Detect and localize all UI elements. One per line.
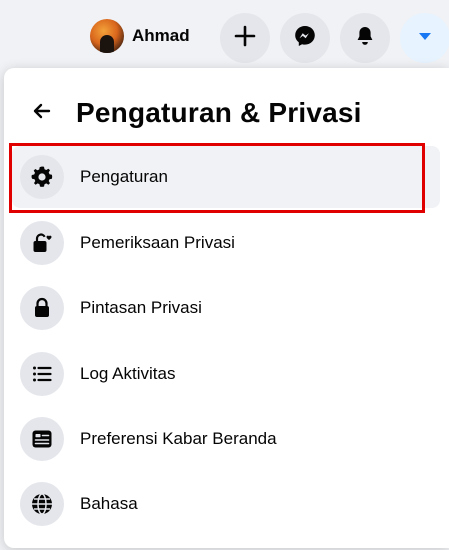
panel-header: Pengaturan & Privasi bbox=[4, 88, 449, 138]
profile-shortcut[interactable]: Ahmad bbox=[90, 18, 190, 54]
menu-item-label: Preferensi Kabar Beranda bbox=[80, 429, 277, 448]
account-menu-button[interactable] bbox=[400, 13, 449, 63]
gear-icon bbox=[20, 155, 64, 199]
list-icon bbox=[20, 352, 64, 396]
top-navigation-bar: Ahmad bbox=[0, 0, 449, 70]
feed-icon bbox=[20, 417, 64, 461]
messenger-button[interactable] bbox=[280, 13, 330, 63]
back-button[interactable] bbox=[22, 93, 62, 133]
globe-icon bbox=[20, 482, 64, 526]
caret-down-icon bbox=[416, 27, 434, 50]
menu-item-privacy-shortcuts[interactable]: Pintasan Privasi bbox=[12, 277, 440, 339]
settings-privacy-panel: Pengaturan & Privasi Pengaturan Pemeriks… bbox=[4, 68, 449, 548]
messenger-icon bbox=[293, 24, 317, 53]
menu-item-settings[interactable]: Pengaturan bbox=[12, 146, 440, 208]
bell-icon bbox=[354, 25, 376, 52]
lock-heart-icon bbox=[20, 221, 64, 265]
menu-item-activity-log[interactable]: Log Aktivitas bbox=[12, 343, 440, 405]
notifications-button[interactable] bbox=[340, 13, 390, 63]
menu-item-label: Pintasan Privasi bbox=[80, 298, 202, 317]
profile-name: Ahmad bbox=[132, 26, 190, 45]
menu-item-language[interactable]: Bahasa bbox=[12, 473, 440, 535]
page-title: Pengaturan & Privasi bbox=[76, 97, 362, 128]
menu-item-label: Bahasa bbox=[80, 494, 138, 513]
create-button[interactable] bbox=[220, 13, 270, 63]
menu-item-feed-preferences[interactable]: Preferensi Kabar Beranda bbox=[12, 408, 440, 470]
avatar bbox=[90, 19, 124, 53]
menu-item-privacy-checkup[interactable]: Pemeriksaan Privasi bbox=[12, 212, 440, 274]
menu-item-label: Log Aktivitas bbox=[80, 364, 176, 383]
menu-item-label: Pemeriksaan Privasi bbox=[80, 233, 235, 252]
lock-icon bbox=[20, 286, 64, 330]
plus-icon bbox=[234, 25, 256, 52]
arrow-left-icon bbox=[31, 100, 53, 127]
menu-item-label: Pengaturan bbox=[80, 167, 168, 186]
